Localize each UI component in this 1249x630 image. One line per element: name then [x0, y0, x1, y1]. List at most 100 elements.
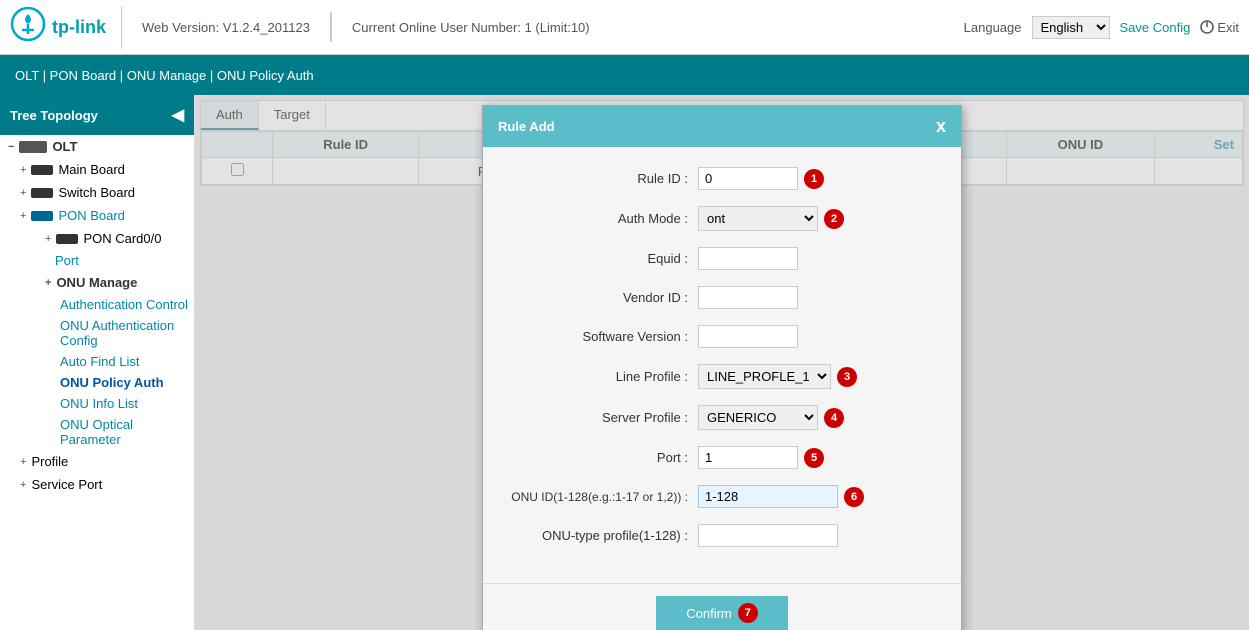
softwareversion-input[interactable] [698, 325, 798, 348]
sidebar-item-port[interactable]: Port [0, 250, 194, 271]
ruleid-badge: 1 [804, 169, 824, 189]
expand-icon-profile: + [20, 456, 26, 468]
profile-label: Profile [31, 454, 68, 469]
lineprofile-label: Line Profile : [498, 369, 698, 384]
sidebar-collapse-icon[interactable]: ◀ [172, 105, 184, 125]
expand-icon-serviceport: + [20, 479, 26, 491]
exit-button[interactable]: Exit [1200, 20, 1239, 35]
authcontrol-label: Authentication Control [60, 297, 188, 312]
main-layout: Tree Topology ◀ − OLT + Main Board + Swi… [0, 95, 1249, 630]
softwareversion-input-area [698, 325, 946, 348]
content-area: ForoISP Auth Target Rule ID Port [195, 95, 1249, 630]
equid-label: Equid : [498, 251, 698, 266]
vendorid-input[interactable] [698, 286, 798, 309]
onuid-input[interactable] [698, 485, 838, 508]
form-row-onuid: ONU ID(1-128(e.g.:1-17 or 1,2)) : 6 [498, 485, 946, 508]
web-version: Web Version: V1.2.4_201123 [142, 20, 310, 35]
ruleid-label: Rule ID : [498, 171, 698, 186]
form-row-port: Port : 5 [498, 446, 946, 469]
serviceport-label: Service Port [31, 477, 102, 492]
sidebar-title: Tree Topology [10, 108, 98, 123]
modal-title: Rule Add [498, 119, 555, 134]
serverprofile-label: Server Profile : [498, 410, 698, 425]
equid-input-area [698, 247, 946, 270]
port-label: Port [55, 253, 79, 268]
onuid-label: ONU ID(1-128(e.g.:1-17 or 1,2)) : [498, 490, 698, 504]
lineprofile-select[interactable]: LINE_PROFLE_1 LINE_PROFLE_2 [698, 364, 831, 389]
olt-label: OLT [52, 139, 77, 154]
sidebar-item-olt[interactable]: − OLT [0, 135, 194, 158]
sidebar-item-profile[interactable]: + Profile [0, 450, 194, 473]
confirm-label: Confirm [686, 606, 732, 621]
sidebar-item-onupolicyauth[interactable]: ONU Policy Auth [0, 372, 194, 393]
header: tp-link Web Version: V1.2.4_201123 Curre… [0, 0, 1249, 55]
onuauthconfig-label: ONU Authentication Config [60, 318, 174, 348]
ruleid-input[interactable] [698, 167, 798, 190]
vendorid-input-area [698, 286, 946, 309]
authmode-badge: 2 [824, 209, 844, 229]
sidebar-item-ponboard[interactable]: + PON Board [0, 204, 194, 227]
separator [330, 12, 332, 42]
mainboard-icon [31, 165, 53, 175]
power-icon [1200, 20, 1214, 34]
onutypeprofile-label: ONU-type profile(1-128) : [498, 528, 698, 543]
onumanage-label: ONU Manage [56, 275, 137, 290]
confirm-badge: 7 [738, 603, 758, 623]
form-row-vendorid: Vendor ID : [498, 286, 946, 309]
header-info: Web Version: V1.2.4_201123 Current Onlin… [132, 12, 954, 42]
switchboard-label: Switch Board [58, 185, 135, 200]
expand-icon-ponboard: + [20, 210, 26, 222]
port-input[interactable] [698, 446, 798, 469]
sidebar-item-onumanage[interactable]: + ONU Manage [0, 271, 194, 294]
form-row-serverprofile: Server Profile : GENERICO DEFAULT 4 [498, 405, 946, 430]
sidebar-item-onuauthconfig[interactable]: ONU Authentication Config [0, 315, 194, 351]
sidebar-header[interactable]: Tree Topology ◀ [0, 95, 194, 135]
sidebar-item-serviceport[interactable]: + Service Port [0, 473, 194, 496]
save-config-button[interactable]: Save Config [1120, 20, 1191, 35]
port-badge: 5 [804, 448, 824, 468]
tp-link-logo-icon [10, 6, 46, 49]
ruleid-input-area: 1 [698, 167, 946, 190]
authmode-label: Auth Mode : [498, 211, 698, 226]
sidebar: Tree Topology ◀ − OLT + Main Board + Swi… [0, 95, 195, 630]
logo-area: tp-link [10, 6, 122, 49]
sidebar-item-switchboard[interactable]: + Switch Board [0, 181, 194, 204]
modal-header: Rule Add x [483, 106, 961, 147]
form-row-authmode: Auth Mode : ont sn password hybrid 2 [498, 206, 946, 231]
authmode-select[interactable]: ont sn password hybrid [698, 206, 818, 231]
sidebar-item-mainboard[interactable]: + Main Board [0, 158, 194, 181]
onuoptical-label: ONU Optical Parameter [60, 417, 133, 447]
sidebar-item-onuinfolist[interactable]: ONU Info List [0, 393, 194, 414]
expand-icon-olt: − [8, 141, 14, 153]
online-users: Current Online User Number: 1 (Limit:10) [352, 20, 590, 35]
modal-close-button[interactable]: x [936, 116, 946, 137]
serverprofile-input-area: GENERICO DEFAULT 4 [698, 405, 946, 430]
sidebar-item-authcontrol[interactable]: Authentication Control [0, 294, 194, 315]
onuinfolist-label: ONU Info List [60, 396, 138, 411]
lineprofile-badge: 3 [837, 367, 857, 387]
equid-input[interactable] [698, 247, 798, 270]
language-label: Language [964, 20, 1022, 35]
form-row-onutypeprofile: ONU-type profile(1-128) : [498, 524, 946, 547]
onupolicyauth-label: ONU Policy Auth [60, 375, 164, 390]
form-row-softwareversion: Software Version : [498, 325, 946, 348]
port-form-label: Port : [498, 450, 698, 465]
expand-icon-poncard: + [45, 233, 51, 245]
onuid-badge: 6 [844, 487, 864, 507]
serverprofile-select[interactable]: GENERICO DEFAULT [698, 405, 818, 430]
onutypeprofile-input-area [698, 524, 946, 547]
sidebar-item-autofindlist[interactable]: Auto Find List [0, 351, 194, 372]
authmode-input-area: ont sn password hybrid 2 [698, 206, 946, 231]
language-select[interactable]: English Chinese [1032, 16, 1110, 39]
olt-device-icon [19, 141, 47, 153]
onutypeprofile-input[interactable] [698, 524, 838, 547]
rule-add-modal: Rule Add x Rule ID : 1 Aut [482, 105, 962, 630]
ponboard-label: PON Board [58, 208, 124, 223]
logo-text: tp-link [52, 17, 106, 38]
form-row-ruleid: Rule ID : 1 [498, 167, 946, 190]
sidebar-item-poncard[interactable]: + PON Card0/0 [0, 227, 194, 250]
softwareversion-label: Software Version : [498, 329, 698, 344]
form-row-equid: Equid : [498, 247, 946, 270]
sidebar-item-onuoptical[interactable]: ONU Optical Parameter [0, 414, 194, 450]
confirm-button[interactable]: Confirm 7 [656, 596, 788, 630]
